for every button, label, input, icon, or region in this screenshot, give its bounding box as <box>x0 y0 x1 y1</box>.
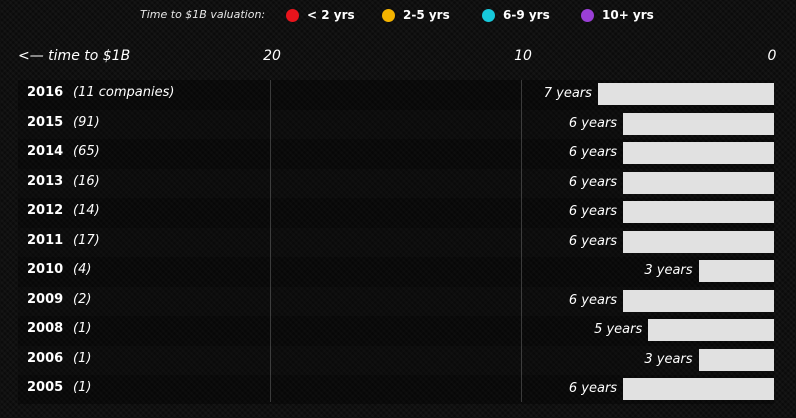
year-label: 2015 <box>27 114 64 130</box>
value-label: 6 years <box>568 233 618 249</box>
bar-2012 <box>623 201 774 223</box>
legend-label: 2-5 yrs <box>403 8 450 22</box>
company-count: (4) <box>73 262 92 277</box>
year-label: 2008 <box>27 321 64 336</box>
legend-item-2-5: 2-5 yrs <box>382 6 450 24</box>
table-row: 2010 (4) 3 years <box>18 257 774 287</box>
legend: Time to $1B valuation: < 2 yrs 2-5 yrs 6… <box>0 0 796 30</box>
value-label: 6 years <box>568 204 618 219</box>
company-count: (1) <box>73 350 92 366</box>
bar-2005 <box>623 378 774 400</box>
table-row: 2009 (2) 6 years <box>18 287 774 317</box>
table-row: 2011 (17) 6 years <box>18 228 774 258</box>
legend-dot-purple <box>581 8 594 22</box>
year-label: 2005 <box>27 380 64 395</box>
company-count: (2) <box>73 291 92 307</box>
value-label: 7 years <box>543 86 592 101</box>
bar-2006 <box>698 348 774 371</box>
legend-label: 6-9 yrs <box>503 8 550 22</box>
table-row: 2013 (16) 6 years <box>18 169 774 199</box>
year-label: 2011 <box>27 232 64 248</box>
x-axis-title: <— time to $1B <box>18 48 131 64</box>
x-tick-20: 20 <box>263 48 281 64</box>
table-row: 2006 (1) 3 years <box>18 346 774 376</box>
bar-2011 <box>623 230 774 253</box>
legend-label: < 2 yrs <box>307 8 355 22</box>
year-label: 2009 <box>27 291 64 307</box>
table-row: 2005 (1) 6 years <box>18 375 774 405</box>
year-label: 2012 <box>27 203 64 218</box>
legend-item-10-plus: 10+ yrs <box>581 6 654 24</box>
legend-item-under-2: < 2 yrs <box>286 6 355 24</box>
table-row: 2008 (1) 5 years <box>18 316 774 346</box>
company-count: (65) <box>73 144 100 159</box>
x-axis: <— time to $1B 20 10 0 <box>0 44 796 70</box>
value-label: 3 years <box>644 351 693 367</box>
table-row: 2015 (91) 6 years <box>18 110 774 140</box>
company-count: (1) <box>73 321 92 336</box>
bar-2015 <box>623 112 774 135</box>
year-label: 2013 <box>27 173 64 189</box>
bar-2010 <box>698 260 774 282</box>
legend-dot-yellow <box>382 8 395 22</box>
year-label: 2016 <box>27 85 64 100</box>
year-label: 2006 <box>27 350 64 366</box>
value-label: 3 years <box>644 263 693 278</box>
legend-dot-red <box>286 8 299 22</box>
bar-2008 <box>648 319 774 341</box>
value-label: 6 years <box>568 381 618 396</box>
bar-2014 <box>623 142 774 164</box>
legend-label: 10+ yrs <box>602 8 654 22</box>
x-tick-0: 0 <box>767 48 777 64</box>
company-count: (14) <box>73 203 100 218</box>
x-tick-10: 10 <box>514 48 532 64</box>
year-label: 2010 <box>27 262 64 277</box>
value-label: 5 years <box>594 322 643 337</box>
legend-title: Time to $1B valuation: <box>140 8 266 21</box>
value-label: 6 years <box>568 145 618 160</box>
table-row: 2014 (65) 6 years <box>18 139 774 169</box>
value-label: 6 years <box>568 174 618 190</box>
value-label: 6 years <box>568 115 618 131</box>
company-count: (11 companies) <box>73 85 175 100</box>
table-row: 2016 (11 companies) 7 years <box>18 80 774 110</box>
company-count: (17) <box>73 232 100 248</box>
table-row: 2012 (14) 6 years <box>18 198 774 228</box>
value-label: 6 years <box>568 292 618 308</box>
bar-2013 <box>623 171 774 194</box>
company-count: (16) <box>73 173 100 189</box>
legend-item-6-9: 6-9 yrs <box>482 6 550 24</box>
company-count: (1) <box>73 380 92 395</box>
year-label: 2014 <box>27 144 64 159</box>
company-count: (91) <box>73 114 100 130</box>
bar-2016 <box>597 83 774 105</box>
bar-2009 <box>623 289 774 312</box>
legend-dot-cyan <box>482 8 495 22</box>
